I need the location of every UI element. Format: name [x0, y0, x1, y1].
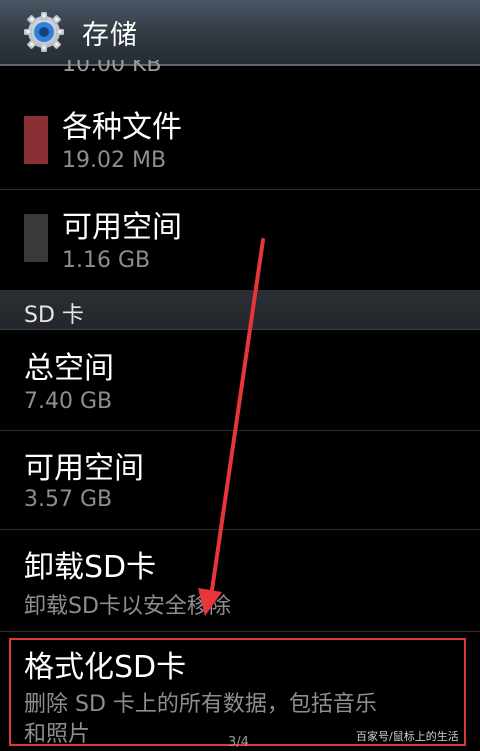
page-indicator: 3/4	[228, 735, 249, 750]
list-item-title: 卸载SD卡	[24, 550, 157, 585]
misc-files-swatch	[24, 116, 48, 164]
list-item-sub: 1.16 GB	[62, 248, 151, 273]
page-title: 存储	[82, 19, 138, 51]
list-item-unmount-sd[interactable]: 卸载SD卡 卸载SD卡以安全移除	[0, 530, 480, 630]
section-label: SD 卡	[24, 303, 84, 328]
list-item-sub: 3.57 GB	[24, 487, 113, 512]
list-item-total-space[interactable]: 总空间 7.40 GB	[0, 331, 480, 429]
gear-icon[interactable]	[22, 10, 66, 54]
list-item-sub: 7.40 GB	[24, 389, 113, 414]
title-bar: 存储	[0, 0, 480, 66]
section-header-sd-card: SD 卡	[0, 290, 480, 330]
watermark: 百家号/鼠标上的生活	[356, 730, 459, 743]
list-item-sd-available[interactable]: 可用空间 3.57 GB	[0, 431, 480, 529]
list-item-misc-files[interactable]: 各种文件 19.02 MB	[0, 92, 480, 188]
list-item-title: 各种文件	[62, 110, 182, 145]
list-item-sub: 19.02 MB	[62, 148, 167, 173]
partial-size-text: 10.00 KB	[62, 60, 162, 76]
list-item-sub: 卸载SD卡以安全移除	[24, 594, 231, 619]
list-item-title: 可用空间	[24, 451, 144, 486]
list-item-available-space[interactable]: 可用空间 1.16 GB	[0, 190, 480, 288]
list-item-title: 总空间	[24, 351, 114, 386]
available-space-swatch	[24, 214, 48, 262]
list-item-title: 可用空间	[62, 210, 182, 245]
